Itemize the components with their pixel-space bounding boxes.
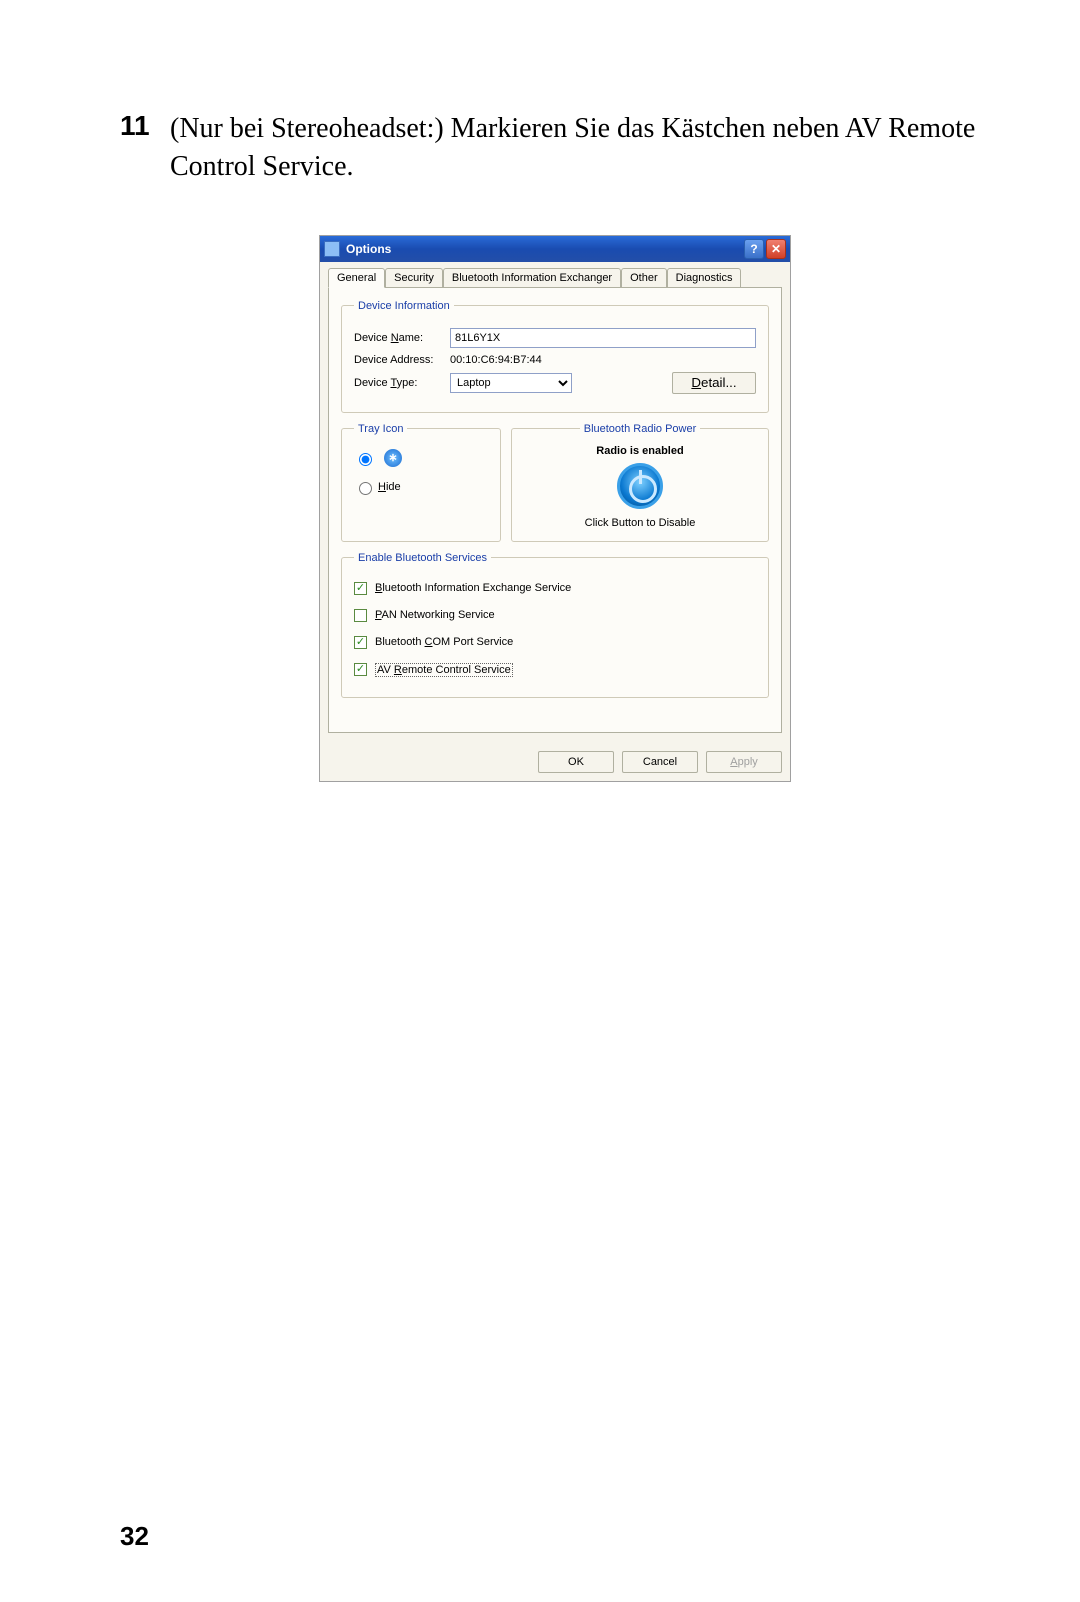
label-pan: PAN Networking Service xyxy=(375,609,495,621)
apply-button[interactable]: Apply xyxy=(706,751,782,773)
radio-power-group: Bluetooth Radio Power Radio is enabled C… xyxy=(511,423,769,542)
checkbox-pan[interactable] xyxy=(354,609,367,622)
tab-bt-exchanger[interactable]: Bluetooth Information Exchanger xyxy=(443,268,621,287)
tab-strip: General Security Bluetooth Information E… xyxy=(328,268,782,288)
tray-icon-group: Tray Icon ∗ Hide xyxy=(341,423,501,542)
device-information-group: Device Information Device Name: Device A… xyxy=(341,300,769,413)
enable-services-legend: Enable Bluetooth Services xyxy=(354,552,491,564)
tray-icon-legend: Tray Icon xyxy=(354,423,407,435)
detail-button[interactable]: Detail... xyxy=(672,372,756,394)
tray-show-radio[interactable] xyxy=(359,453,372,466)
device-information-legend: Device Information xyxy=(354,300,454,312)
page-number: 32 xyxy=(120,1521,990,1552)
help-button[interactable]: ? xyxy=(744,239,764,259)
device-address-value: 00:10:C6:94:B7:44 xyxy=(450,354,542,366)
checkbox-bt-exchange[interactable] xyxy=(354,582,367,595)
label-com-port: Bluetooth COM Port Service xyxy=(375,636,513,648)
label-av-remote: AV Remote Control Service xyxy=(375,663,513,677)
app-icon xyxy=(324,241,340,257)
power-button[interactable] xyxy=(617,463,663,509)
tab-other[interactable]: Other xyxy=(621,268,667,287)
checkbox-av-remote[interactable] xyxy=(354,663,367,676)
radio-power-legend: Bluetooth Radio Power xyxy=(580,423,701,435)
step-text: (Nur bei Stereoheadset:) Markieren Sie d… xyxy=(170,110,990,186)
bluetooth-icon: ∗ xyxy=(384,449,402,467)
titlebar[interactable]: Options ? ✕ xyxy=(320,236,790,262)
tab-security[interactable]: Security xyxy=(385,268,443,287)
checkbox-com-port[interactable] xyxy=(354,636,367,649)
tab-diagnostics[interactable]: Diagnostics xyxy=(667,268,742,287)
step-number: 11 xyxy=(120,110,170,142)
device-name-label: Device Name: xyxy=(354,332,450,344)
close-button[interactable]: ✕ xyxy=(766,239,786,259)
label-bt-exchange: Bluetooth Information Exchange Service xyxy=(375,582,571,594)
device-address-label: Device Address: xyxy=(354,354,450,366)
device-name-input[interactable] xyxy=(450,328,756,348)
options-dialog: Options ? ✕ General Security Bluetooth I… xyxy=(320,236,790,781)
disable-hint: Click Button to Disable xyxy=(524,517,756,529)
ok-button[interactable]: OK xyxy=(538,751,614,773)
tray-hide-radio[interactable] xyxy=(359,482,372,495)
window-title: Options xyxy=(346,242,742,256)
cancel-button[interactable]: Cancel xyxy=(622,751,698,773)
device-type-label: Device Type: xyxy=(354,377,450,389)
radio-enabled-label: Radio is enabled xyxy=(524,445,756,457)
tab-general[interactable]: General xyxy=(328,268,385,288)
enable-services-group: Enable Bluetooth Services Bluetooth Info… xyxy=(341,552,769,698)
tray-hide-label: Hide xyxy=(378,481,401,493)
device-type-select[interactable]: Laptop xyxy=(450,373,572,393)
